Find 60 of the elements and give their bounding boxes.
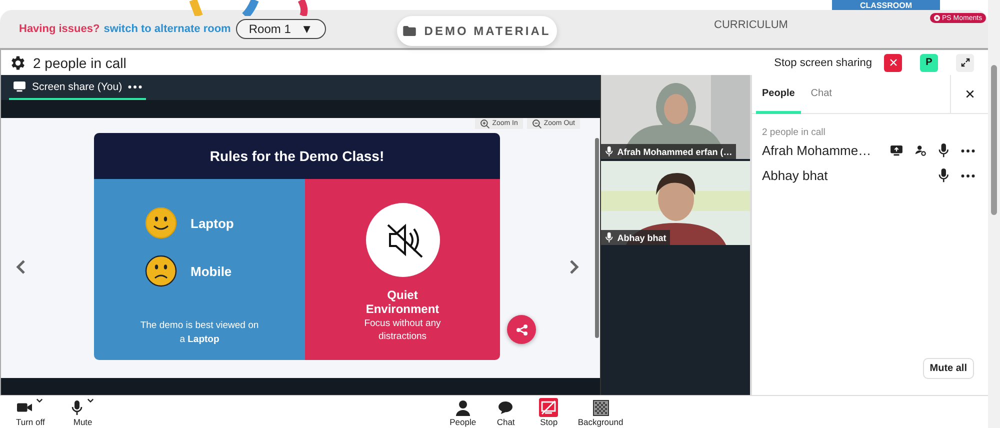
more-icon[interactable] [961, 148, 975, 152]
microphone-icon [605, 146, 614, 157]
call-title: 2 people in call [33, 54, 126, 70]
scrollbar-thumb[interactable] [991, 65, 997, 215]
stop-sharing-label: Stop screen sharing [774, 56, 872, 68]
chat-bubble-icon [498, 401, 514, 414]
stop-share-icon [539, 398, 558, 417]
demo-material-button[interactable]: DEMO MATERIAL [397, 16, 557, 46]
stop-share-button[interactable]: Stop [528, 396, 569, 428]
classroom-tab[interactable]: CLASSROOM [832, 0, 940, 10]
background-icon [592, 400, 609, 416]
sad-face-icon [144, 255, 176, 287]
slide-heading: Quiet Environment [364, 288, 440, 316]
microphone-icon [71, 400, 84, 416]
folder-icon [403, 26, 416, 36]
slide-note: The demo is best viewed on a Laptop [140, 319, 260, 347]
slide-note: Focus without any distractions [363, 317, 442, 343]
slide-title: Rules for the Demo Class! [94, 133, 500, 179]
participant-name: Abhay bhat [762, 168, 829, 183]
close-icon [934, 15, 940, 21]
background-button[interactable]: Background [572, 396, 630, 428]
participant-name: Afrah Mohammed erfan (… [617, 146, 732, 156]
share-icon [516, 324, 528, 336]
people-button[interactable]: People [442, 396, 483, 428]
curriculum-link[interactable]: CURRICULUM [714, 19, 788, 31]
mute-all-button[interactable]: Mute all [922, 358, 974, 379]
more-icon[interactable] [128, 84, 142, 88]
muted-speaker-icon [366, 203, 440, 277]
user-avatar[interactable]: P [920, 54, 938, 72]
slide-item-label: Laptop [190, 216, 234, 230]
expand-icon [960, 58, 970, 67]
close-icon [888, 58, 898, 67]
participant-name: Abhay bhat [617, 232, 666, 242]
caret-icon[interactable] [87, 398, 94, 403]
settings-icon [9, 54, 27, 72]
camera-button[interactable]: Turn off [10, 396, 51, 428]
people-count: 2 people in call [762, 127, 826, 138]
chat-button[interactable]: Chat [486, 396, 526, 428]
screen-share-icon [13, 81, 26, 92]
mic-button[interactable]: Mute [62, 396, 103, 428]
share-button[interactable] [507, 315, 536, 344]
participant-name: Afrah Mohamme… [762, 143, 872, 158]
microphone-icon [938, 143, 950, 158]
person-icon [456, 400, 470, 416]
panel-tab[interactable]: Chat [804, 75, 838, 114]
close-icon [964, 89, 974, 99]
zoom-icon [532, 118, 542, 128]
camera-icon [17, 402, 32, 413]
fullscreen-button[interactable] [956, 54, 974, 72]
zoom-icon [480, 118, 490, 128]
microphone-icon [605, 232, 614, 243]
issue-text: Having issues? [19, 23, 100, 35]
smiley-icon [144, 207, 176, 239]
slide-item-label: Mobile [190, 264, 232, 278]
stop-sharing-button[interactable] [884, 54, 902, 72]
panel-tab[interactable]: People [756, 75, 801, 114]
more-icon[interactable] [961, 174, 975, 178]
room-select[interactable]: Room 1 ▼ [236, 19, 326, 39]
caret-icon[interactable] [36, 398, 44, 403]
microphone-icon [938, 168, 950, 183]
